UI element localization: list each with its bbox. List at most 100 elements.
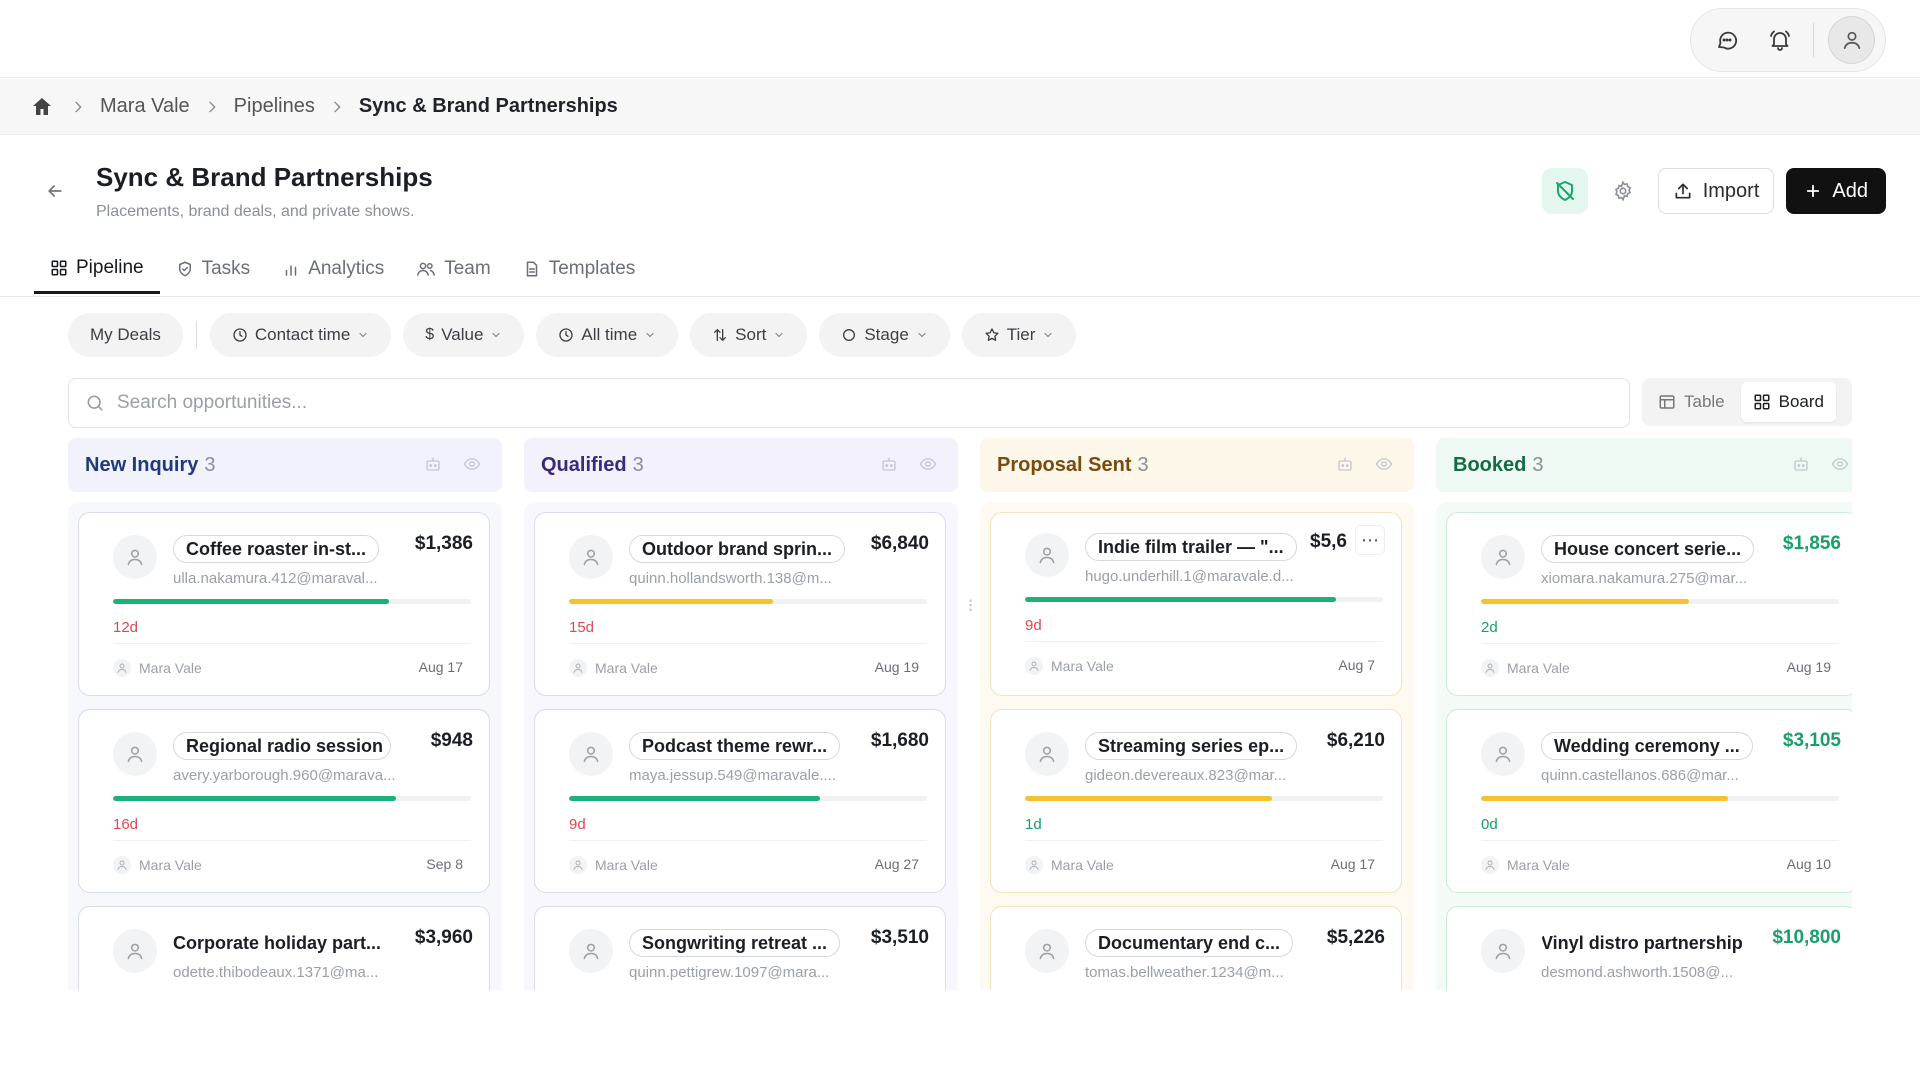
deal-card[interactable]: Coffee roaster in-st... $1,386 ulla.nakamu… [78,512,490,696]
tab-label: Templates [548,258,636,279]
tab-label: Analytics [308,258,385,279]
settings-button[interactable] [1600,168,1646,214]
deal-card[interactable]: Indie film trailer — "... $5,6 ⋯ ⠇ hugo.unde… [967,512,1402,696]
tab-team[interactable]: Team [400,244,506,294]
deal-title[interactable]: Indie film trailer — "... [1085,533,1297,561]
deal-card[interactable]: Wedding ceremony ... $3,105 quinn.castella… [1446,709,1852,893]
deal-title[interactable]: Vinyl distro partnership [1541,929,1743,957]
breadcrumb-link-mara-vale[interactable]: Mara Vale [100,95,190,118]
filter-contact-time[interactable]: Contact time [209,313,392,357]
card-divider [1025,641,1383,642]
eye-icon[interactable] [462,455,482,473]
chat-icon[interactable] [1707,20,1746,60]
home-icon[interactable] [28,93,56,121]
filter-tier[interactable]: Tier [961,313,1077,357]
deal-title[interactable]: Regional radio session [173,732,391,760]
days-since-contact: 9d [1025,617,1042,634]
chip-label: Value [441,325,484,344]
column-title: Booked [1453,453,1527,476]
progress-fill [569,796,820,801]
filter-my-deals[interactable]: My Deals [68,313,183,357]
top-icon-group [1690,8,1886,72]
deal-title[interactable]: Outdoor brand sprin... [629,535,845,563]
robot-icon[interactable] [424,455,442,473]
deal-card[interactable]: Corporate holiday part... $3,960 odette.th… [78,906,490,990]
view-toggle: Table Board [1642,378,1852,426]
deal-title[interactable]: Podcast theme rewr... [629,732,841,760]
deal-title[interactable]: House concert serie... [1541,535,1755,563]
deal-progress-bar [113,599,471,604]
filter-value[interactable]: $ Value [403,313,525,357]
eye-icon[interactable] [1830,455,1850,473]
deal-card[interactable]: Songwriting retreat ... $3,510 quinn.petti… [534,906,946,990]
deal-owner: Mara Vale [113,659,202,677]
tab-pipeline[interactable]: Pipeline [34,244,160,294]
top-divider [1813,23,1815,57]
robot-icon[interactable] [880,455,898,473]
contact-email: desmond.ashworth.1508@... [1541,964,1734,981]
dollar-icon: $ [425,326,435,343]
owner-name: Mara Vale [139,660,202,676]
chip-label: Tier [1006,325,1036,344]
back-arrow-icon[interactable] [42,178,68,204]
column-title: Qualified [541,453,627,476]
user-avatar[interactable] [1828,16,1875,64]
card-divider [1025,840,1383,841]
shield-off-button[interactable] [1541,168,1588,214]
top-bar [0,0,1920,78]
deal-title[interactable]: Corporate holiday part... [173,929,381,957]
deal-title[interactable]: Documentary end c... [1085,929,1294,957]
deal-card[interactable]: Outdoor brand sprin... $6,840 quinn.hollan… [534,512,946,696]
owner-name: Mara Vale [595,857,658,873]
tab-analytics[interactable]: Analytics [266,244,400,294]
owner-name: Mara Vale [139,857,202,873]
robot-icon[interactable] [1336,455,1354,473]
owner-avatar-icon [1025,657,1043,675]
view-table-button[interactable]: Table [1646,382,1737,422]
robot-icon[interactable] [1792,455,1810,473]
progress-fill [1481,599,1689,604]
import-button[interactable]: Import [1657,168,1775,214]
deal-amount: $10,800 [1772,927,1841,948]
breadcrumb-link-pipelines[interactable]: Pipelines [234,95,315,118]
tab-templates[interactable]: Templates [507,244,652,294]
view-board-button[interactable]: Board [1740,382,1837,422]
deal-progress-bar [1481,796,1839,801]
column-icons [424,455,482,473]
card-divider [1481,643,1839,644]
more-options-icon[interactable]: ⋯ [1355,525,1385,555]
contact-avatar-icon [113,535,157,579]
deal-card[interactable]: Documentary end c... $5,226 tomas.bellweat… [990,906,1402,990]
contact-email: ulla.nakamura.412@maraval... [173,570,378,587]
contact-email: maya.jessup.549@maravale.... [629,767,836,784]
chevron-down-icon [775,332,783,338]
chip-label: All time [581,325,638,344]
tab-tasks[interactable]: Tasks [160,244,267,294]
deal-title[interactable]: Wedding ceremony ... [1541,732,1753,760]
view-label: Board [1778,392,1825,411]
deal-card[interactable]: Vinyl distro partnership $10,800 desmond.a… [1446,906,1852,990]
deal-owner: Mara Vale [113,856,202,874]
deal-amount: $6,210 [1326,730,1385,751]
deal-card[interactable]: House concert serie... $1,856 xiomara.naka… [1446,512,1852,696]
bell-icon[interactable] [1760,20,1799,60]
deal-title[interactable]: Songwriting retreat ... [629,929,841,957]
eye-icon[interactable] [1374,455,1394,473]
filter-all-time[interactable]: All time [536,313,679,357]
filter-stage[interactable]: Stage [819,313,950,357]
add-button[interactable]: Add [1786,168,1886,214]
filter-sort[interactable]: Sort [690,313,808,357]
column-body: House concert serie... $1,856 xiomara.naka… [1436,502,1852,990]
pipeline-column: New Inquiry 3 Coffee roaster in-st... $1,38… [68,438,502,990]
eye-icon[interactable] [918,455,938,473]
search-input[interactable] [117,392,1517,414]
deal-card[interactable]: Streaming series ep... $6,210 gideon.dever… [990,709,1402,893]
deal-title[interactable]: Streaming series ep... [1085,732,1298,760]
deal-title[interactable]: Coffee roaster in-st... [173,535,380,563]
column-title: New Inquiry [85,453,199,476]
deal-amount: $3,510 [870,927,929,948]
drag-handle-icon[interactable]: ⠇ [967,597,979,617]
deal-card[interactable]: Podcast theme rewr... $1,680 maya.jessup.5… [534,709,946,893]
card-divider [113,840,471,841]
deal-card[interactable]: Regional radio session $948 avery.yarborou… [78,709,490,893]
